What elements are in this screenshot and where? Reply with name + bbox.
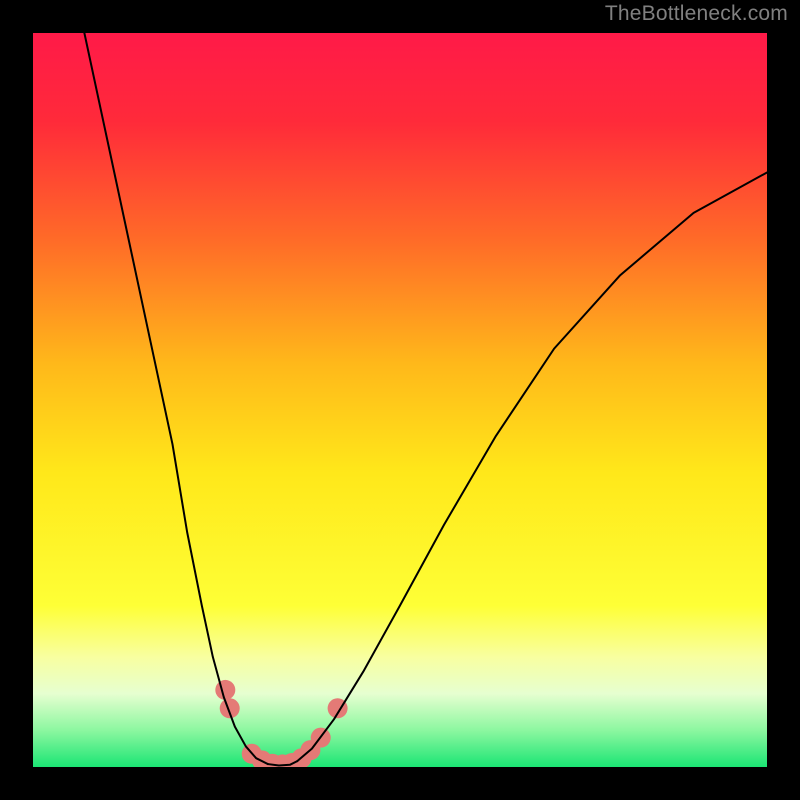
series-left-curve [84, 33, 268, 764]
chart-frame: TheBottleneck.com [0, 0, 800, 800]
curve-layer [33, 33, 767, 767]
watermark-text: TheBottleneck.com [605, 2, 788, 26]
marker-point [215, 680, 235, 700]
line-group [84, 33, 767, 766]
marker-group [215, 680, 347, 767]
series-right-curve [297, 172, 767, 761]
plot-area [33, 33, 767, 767]
